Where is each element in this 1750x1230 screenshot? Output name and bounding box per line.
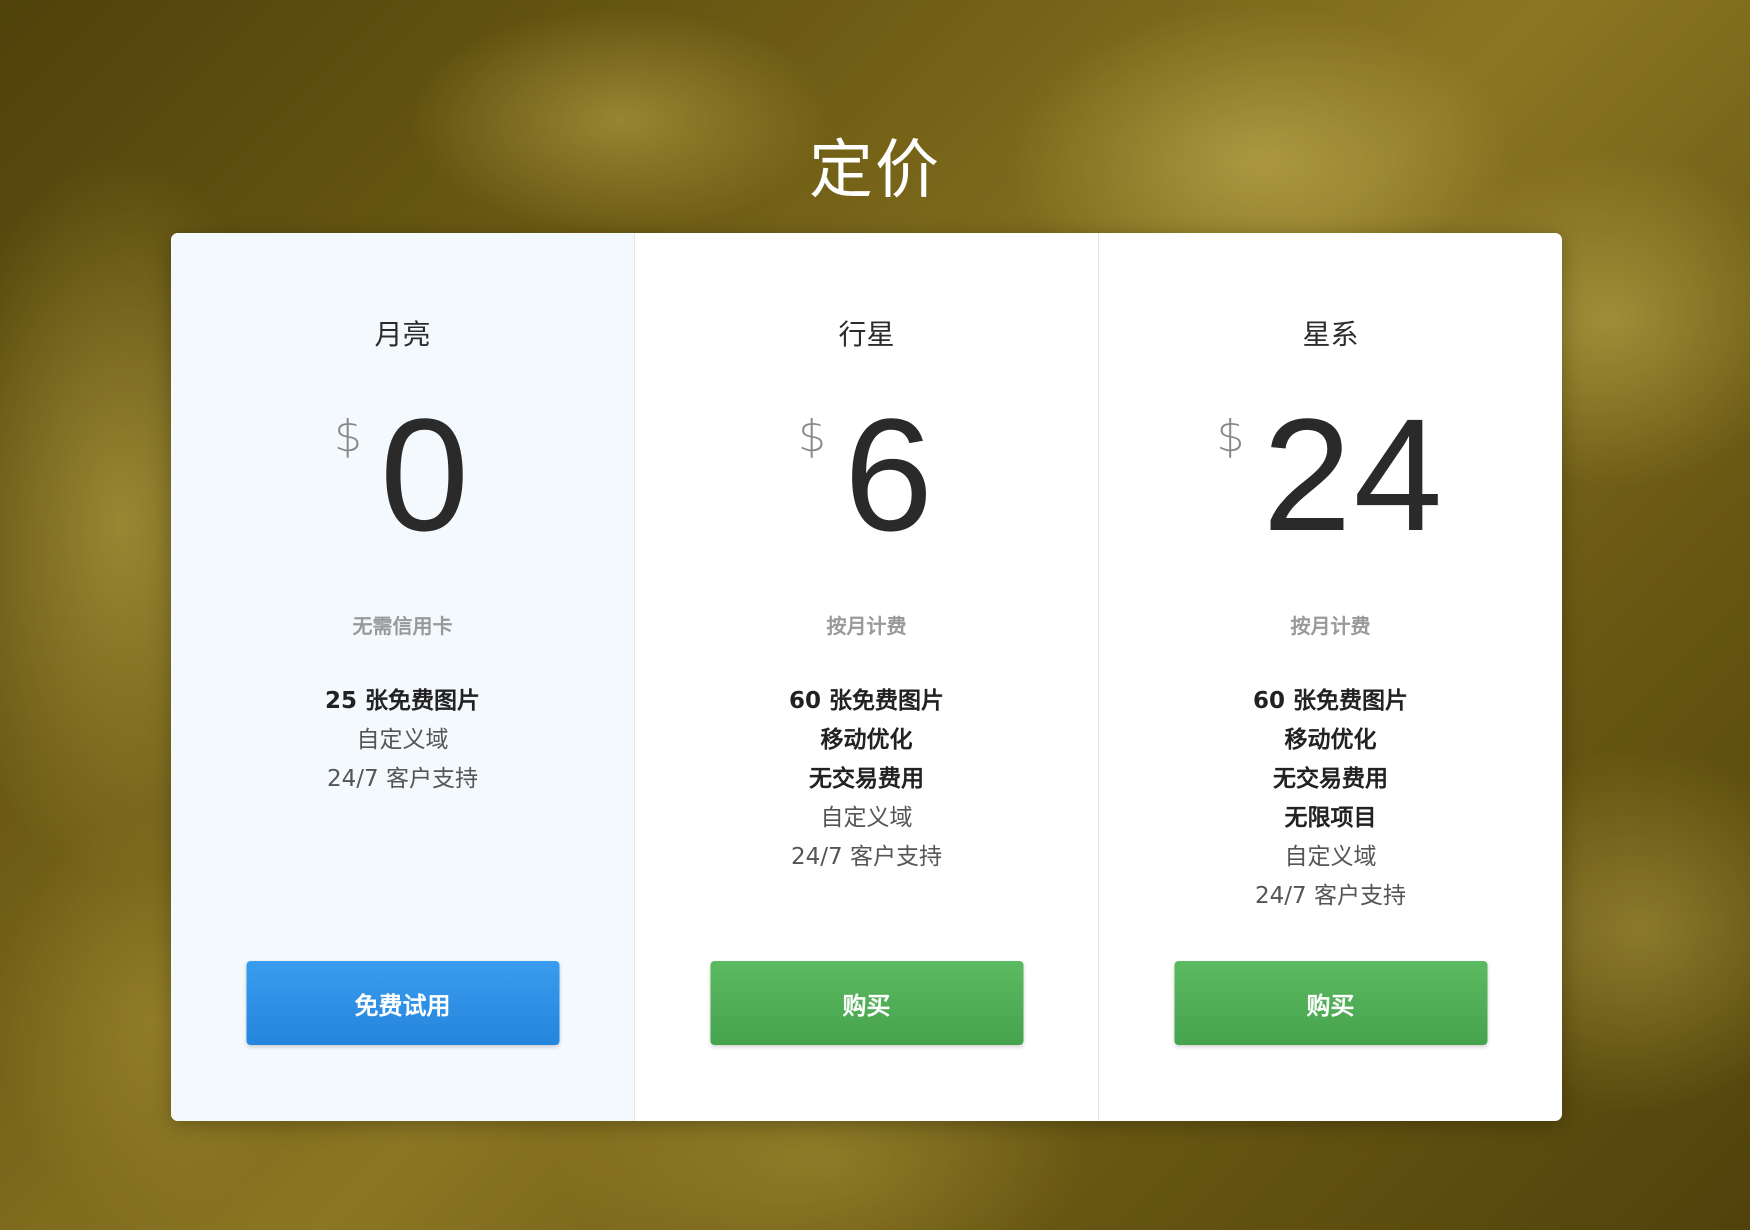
feature-item: 无交易费用 xyxy=(1273,766,1388,792)
feature-item: 移动优化 xyxy=(820,727,913,753)
price-amount: 0 xyxy=(380,385,471,564)
page-title: 定价 xyxy=(809,133,941,208)
feature-item: 24/7 客户支持 xyxy=(1255,883,1406,909)
price: $24 xyxy=(1099,385,1562,564)
plan-name: 行星 xyxy=(838,318,895,351)
buy-button[interactable]: 购买 xyxy=(710,961,1023,1045)
pricing-table: 月亮 $0 无需信用卡 25 张免费图片 自定义域 24/7 客户支持 免费试用… xyxy=(171,233,1562,1121)
feature-item: 60 张免费图片 xyxy=(1252,688,1408,714)
billing-note: 按月计费 xyxy=(826,614,907,638)
feature-item: 自定义域 xyxy=(820,805,913,831)
billing-note: 按月计费 xyxy=(1290,614,1371,638)
feature-item: 24/7 客户支持 xyxy=(327,766,478,792)
currency-symbol: $ xyxy=(334,411,362,462)
price-amount: 6 xyxy=(844,385,935,564)
feature-item: 25 张免费图片 xyxy=(324,688,480,714)
feature-item: 60 张免费图片 xyxy=(788,688,944,714)
price: $6 xyxy=(635,385,1098,564)
feature-item: 自定义域 xyxy=(1284,844,1377,870)
billing-note: 无需信用卡 xyxy=(352,614,453,638)
currency-symbol: $ xyxy=(1216,411,1245,462)
feature-item: 24/7 客户支持 xyxy=(791,844,942,870)
feature-item: 自定义域 xyxy=(356,727,449,753)
buy-button[interactable]: 购买 xyxy=(1174,961,1487,1045)
plan-name: 月亮 xyxy=(374,318,431,351)
feature-list: 60 张免费图片 移动优化 无交易费用 无限项目 自定义域 24/7 客户支持 xyxy=(1099,682,1562,916)
feature-item: 无限项目 xyxy=(1284,805,1377,831)
feature-item: 无交易费用 xyxy=(809,766,924,792)
free-trial-button[interactable]: 免费试用 xyxy=(246,961,559,1045)
price: $0 xyxy=(171,385,634,564)
plan-card-moon: 月亮 $0 无需信用卡 25 张免费图片 自定义域 24/7 客户支持 免费试用 xyxy=(171,233,634,1121)
feature-item: 移动优化 xyxy=(1284,727,1377,753)
feature-list: 25 张免费图片 自定义域 24/7 客户支持 xyxy=(171,682,634,799)
plan-card-planet: 行星 $6 按月计费 60 张免费图片 移动优化 无交易费用 自定义域 24/7… xyxy=(634,233,1098,1121)
currency-symbol: $ xyxy=(798,411,826,462)
plan-name: 星系 xyxy=(1302,318,1359,351)
price-amount: 24 xyxy=(1262,385,1445,564)
feature-list: 60 张免费图片 移动优化 无交易费用 自定义域 24/7 客户支持 xyxy=(635,682,1098,877)
plan-card-galaxy: 星系 $24 按月计费 60 张免费图片 移动优化 无交易费用 无限项目 自定义… xyxy=(1098,233,1562,1121)
